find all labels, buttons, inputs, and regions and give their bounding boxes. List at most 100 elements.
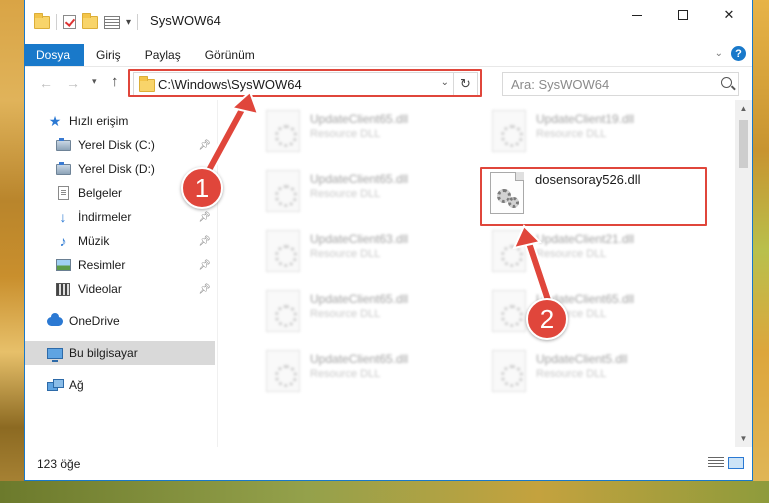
maximize-icon [678, 10, 688, 20]
file-name: UpdateClient65.dll [310, 292, 409, 306]
nav-item-label: Yerel Disk (C:) [78, 138, 155, 152]
close-icon: ✕ [723, 7, 735, 22]
network-icon [47, 379, 64, 391]
view-switcher [708, 457, 744, 469]
file-name: UpdateClient63.dll [310, 232, 409, 246]
nav-item-quick-access[interactable]: ★ Hızlı erişim [25, 109, 215, 133]
star-icon: ★ [48, 112, 62, 129]
file-type: Resource DLL [310, 368, 381, 380]
file-item[interactable]: UpdateClient65.dll Resource DLL [258, 284, 468, 336]
nav-item-label: Yerel Disk (D:) [78, 162, 155, 176]
file-name: UpdateClient65.dll [310, 172, 409, 186]
nav-item-drive-c[interactable]: Yerel Disk (C:) 📌︎ [25, 133, 215, 157]
nav-item-label: Belgeler [78, 186, 123, 200]
file-item[interactable]: UpdateClient65.dll Resource DLL [484, 284, 694, 336]
window-title: SysWOW64 [150, 13, 221, 28]
search-input[interactable]: Ara: SysWOW64 [502, 72, 739, 96]
tab-view[interactable]: Görünüm [193, 44, 267, 66]
pictures-icon [55, 259, 71, 271]
maximize-button[interactable] [660, 0, 706, 30]
tab-share[interactable]: Paylaş [133, 44, 193, 66]
minimize-button[interactable] [614, 0, 660, 30]
desktop-background-left [0, 0, 24, 503]
step-badge-1: 1 [181, 167, 223, 209]
file-item[interactable]: UpdateClient5.dll Resource DLL [484, 344, 694, 396]
details-view-icon[interactable] [708, 457, 724, 469]
address-bar-highlight [128, 69, 482, 97]
close-button[interactable]: ✕ [706, 0, 752, 30]
pin-icon[interactable]: 📌︎ [198, 284, 211, 295]
nav-item-downloads[interactable]: ↓ İndirmeler 📌︎ [25, 205, 215, 229]
scroll-up-arrow-icon[interactable]: ▲ [735, 100, 752, 117]
dll-file-icon [492, 230, 526, 272]
dll-file-icon [266, 350, 300, 392]
view-options-icon[interactable] [104, 15, 120, 29]
expand-ribbon-chevron-icon[interactable]: ⌄ [715, 48, 723, 59]
nav-item-label: OneDrive [69, 314, 120, 328]
file-item[interactable]: UpdateClient19.dll Resource DLL [484, 104, 694, 156]
new-folder-icon[interactable] [82, 12, 98, 29]
dll-file-icon [492, 290, 526, 332]
pin-icon[interactable]: 📌︎ [198, 236, 211, 247]
nav-item-videos[interactable]: Videolar 📌︎ [25, 277, 215, 301]
tab-home[interactable]: Giriş [84, 44, 133, 66]
file-item[interactable]: UpdateClient65.dll Resource DLL [258, 344, 468, 396]
videos-icon [56, 282, 70, 296]
ribbon-right-controls: ⌄ ? [715, 46, 746, 61]
nav-item-network[interactable]: Ağ [25, 373, 215, 397]
folder-icon[interactable] [34, 12, 50, 29]
status-bar: 123 öğe [25, 447, 752, 480]
drive-icon [55, 161, 71, 175]
toolbar-divider [56, 14, 57, 30]
scrollbar-thumb[interactable] [739, 120, 748, 168]
tab-file[interactable]: Dosya [25, 44, 85, 66]
file-type: Resource DLL [536, 368, 607, 380]
scroll-down-arrow-icon[interactable]: ▼ [735, 430, 752, 447]
cloud-icon [47, 312, 63, 326]
properties-check-icon[interactable] [63, 15, 76, 29]
file-type: Resource DLL [310, 308, 381, 320]
nav-item-label: İndirmeler [78, 210, 132, 224]
vertical-scrollbar[interactable]: ▲ ▼ [735, 100, 752, 447]
ribbon-tabs: Dosya Giriş Paylaş Görünüm ⌄ ? [25, 44, 752, 66]
nav-item-onedrive[interactable]: OneDrive [25, 309, 215, 333]
navigation-pane: ★ Hızlı erişim Yerel Disk (C:) 📌︎ Yerel … [25, 100, 217, 447]
search-icon [721, 77, 732, 88]
recent-locations-chevron-icon[interactable]: ▾ [92, 76, 97, 87]
pin-icon[interactable]: 📌︎ [198, 212, 211, 223]
dll-file-icon [492, 350, 526, 392]
pin-icon[interactable]: 📌︎ [198, 260, 211, 271]
step-badge-2: 2 [526, 298, 568, 340]
nav-item-music[interactable]: ♪ Müzik 📌︎ [25, 229, 215, 253]
target-file-highlight [480, 167, 707, 226]
quick-access-toolbar: ▾ [25, 0, 139, 30]
tiles-view-icon[interactable] [728, 457, 744, 469]
dll-file-icon [266, 110, 300, 152]
computer-icon [47, 347, 63, 362]
file-name: UpdateClient65.dll [310, 352, 409, 366]
file-item[interactable]: UpdateClient65.dll Resource DLL [258, 104, 468, 156]
file-list: UpdateClient65.dll Resource DLL UpdateCl… [218, 100, 735, 447]
dll-file-icon [266, 290, 300, 332]
nav-item-pictures[interactable]: Resimler 📌︎ [25, 253, 215, 277]
pin-icon[interactable]: 📌︎ [198, 140, 211, 151]
file-item[interactable]: UpdateClient21.dll Resource DLL [484, 224, 694, 276]
up-arrow-icon[interactable]: ↑ [111, 73, 119, 90]
dll-file-icon [266, 230, 300, 272]
desktop-background-bottom [0, 481, 769, 503]
dll-file-icon [492, 110, 526, 152]
qat-chevron-down-icon[interactable]: ▾ [126, 17, 131, 28]
back-arrow-icon[interactable]: ← [39, 75, 53, 91]
minimize-icon [632, 14, 642, 16]
file-name: UpdateClient19.dll [536, 112, 635, 126]
file-item[interactable]: UpdateClient65.dll Resource DLL [258, 164, 468, 216]
forward-arrow-icon[interactable]: → [66, 75, 80, 91]
file-type: Resource DLL [310, 188, 381, 200]
drive-icon [55, 137, 71, 151]
file-name: UpdateClient5.dll [536, 352, 628, 366]
nav-item-this-pc[interactable]: Bu bilgisayar [25, 341, 215, 365]
help-icon[interactable]: ? [731, 46, 746, 61]
music-icon: ♪ [59, 233, 67, 249]
file-item[interactable]: UpdateClient63.dll Resource DLL [258, 224, 468, 276]
file-type: Resource DLL [536, 128, 607, 140]
